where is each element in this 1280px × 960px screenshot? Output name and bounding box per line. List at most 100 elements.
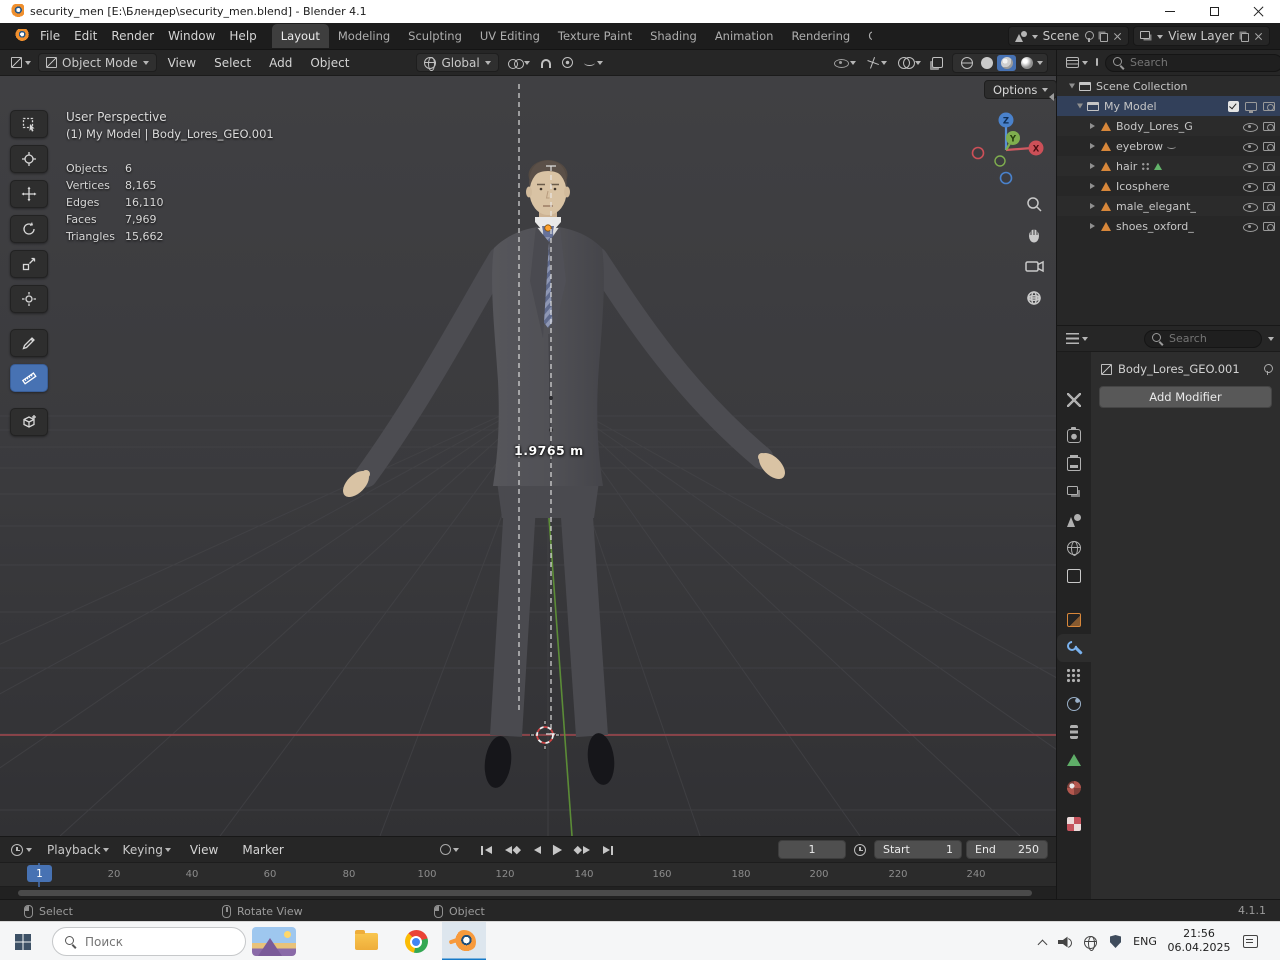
outliner-search-input[interactable] bbox=[1130, 56, 1275, 69]
disclosure-icon[interactable] bbox=[1069, 84, 1075, 92]
unlink-icon[interactable] bbox=[1113, 32, 1122, 41]
tab-compositing[interactable]: Compos bbox=[859, 24, 872, 48]
display-mode-icon[interactable] bbox=[1096, 58, 1098, 66]
widgets-button[interactable] bbox=[252, 922, 296, 960]
tab-object-data[interactable] bbox=[1057, 746, 1091, 774]
language-indicator[interactable]: ENG bbox=[1130, 935, 1160, 948]
camera-icon[interactable] bbox=[1263, 182, 1275, 191]
security-tray-icon[interactable] bbox=[1110, 935, 1121, 948]
tab-layout[interactable]: Layout bbox=[272, 24, 329, 48]
disclosure-icon[interactable] bbox=[1090, 143, 1098, 149]
menu-edit[interactable]: Edit bbox=[67, 26, 104, 46]
eye-icon[interactable] bbox=[1243, 220, 1257, 232]
jump-to-start-button[interactable] bbox=[478, 844, 495, 857]
outliner-editor-selector[interactable] bbox=[1063, 57, 1091, 68]
play-button[interactable] bbox=[551, 844, 564, 856]
start-button[interactable] bbox=[0, 922, 46, 960]
play-reverse-button[interactable] bbox=[531, 844, 544, 856]
maximize-button[interactable] bbox=[1192, 0, 1236, 23]
pan-hand-icon[interactable] bbox=[1029, 229, 1039, 243]
outliner-row-icosphere[interactable]: Icosphere bbox=[1057, 176, 1280, 196]
eye-icon[interactable] bbox=[1243, 200, 1257, 212]
current-frame-marker[interactable]: 1 bbox=[27, 865, 52, 882]
current-frame-field[interactable]: 1 bbox=[778, 840, 846, 859]
camera-icon[interactable] bbox=[1263, 122, 1275, 131]
material-preview-button[interactable] bbox=[997, 55, 1016, 71]
outliner-row-shoes-oxford[interactable]: shoes_oxford_ bbox=[1057, 216, 1280, 236]
camera-icon[interactable] bbox=[1263, 162, 1275, 171]
view-layer-selector[interactable]: View Layer bbox=[1133, 26, 1270, 46]
eye-icon[interactable] bbox=[1243, 180, 1257, 192]
duplicate-icon[interactable] bbox=[1100, 33, 1108, 42]
tab-modifiers[interactable] bbox=[1057, 634, 1091, 662]
unlink-icon[interactable] bbox=[1254, 32, 1263, 41]
taskbar-search[interactable] bbox=[52, 927, 246, 956]
transform-tool[interactable] bbox=[10, 285, 48, 313]
tab-rendering[interactable]: Rendering bbox=[782, 24, 859, 48]
clock-tray[interactable]: 21:56 06.04.2025 bbox=[1164, 927, 1234, 955]
prev-keyframe-button[interactable] bbox=[502, 844, 524, 856]
outliner-row-hair[interactable]: hair bbox=[1057, 156, 1280, 176]
scrollbar-handle[interactable] bbox=[18, 890, 1032, 896]
annotate-tool[interactable] bbox=[10, 329, 48, 357]
scale-tool[interactable] bbox=[10, 250, 48, 278]
tab-texture-paint[interactable]: Texture Paint bbox=[549, 24, 641, 48]
falloff-dropdown[interactable] bbox=[582, 57, 605, 68]
tab-output[interactable] bbox=[1057, 450, 1091, 478]
tab-uv-editing[interactable]: UV Editing bbox=[471, 24, 549, 48]
snapping-dropdown[interactable] bbox=[506, 56, 532, 70]
disclosure-icon[interactable] bbox=[1090, 163, 1098, 169]
menu-window[interactable]: Window bbox=[161, 26, 222, 46]
timeline-ruler[interactable]: 1 20 40 60 80 100 120 140 160 180 200 22… bbox=[0, 863, 1056, 887]
file-explorer-button[interactable] bbox=[344, 922, 388, 960]
select-box-tool[interactable] bbox=[10, 110, 48, 138]
camera-icon[interactable] bbox=[1263, 222, 1275, 231]
menu-object[interactable]: Object bbox=[303, 53, 356, 73]
tab-collection[interactable] bbox=[1057, 562, 1091, 590]
outliner-row-my-model[interactable]: My Model bbox=[1057, 96, 1280, 116]
eye-icon[interactable] bbox=[1243, 140, 1257, 152]
playback-menu[interactable]: Playback bbox=[45, 841, 111, 859]
notification-center-icon[interactable] bbox=[1243, 935, 1258, 948]
measure-tool[interactable] bbox=[10, 364, 48, 392]
blender-logo-icon[interactable] bbox=[10, 29, 29, 43]
screen-icon[interactable] bbox=[1245, 102, 1257, 111]
camera-icon[interactable] bbox=[1263, 202, 1275, 211]
solid-shading-button[interactable] bbox=[977, 55, 996, 71]
disclosure-icon[interactable] bbox=[1077, 104, 1083, 112]
tab-texture[interactable] bbox=[1057, 810, 1091, 838]
chrome-button[interactable] bbox=[394, 922, 438, 960]
tab-tool[interactable] bbox=[1057, 386, 1091, 414]
disclosure-icon[interactable] bbox=[1090, 203, 1098, 209]
xray-toggle[interactable] bbox=[930, 55, 945, 70]
minimize-button[interactable] bbox=[1148, 0, 1192, 23]
timeline-editor-selector[interactable] bbox=[8, 844, 35, 856]
outliner-search[interactable] bbox=[1105, 54, 1280, 72]
outliner-row-scene-collection[interactable]: Scene Collection bbox=[1057, 76, 1280, 96]
pin-icon[interactable] bbox=[1084, 31, 1093, 42]
tab-modeling[interactable]: Modeling bbox=[329, 24, 399, 48]
proportional-editing-toggle[interactable] bbox=[560, 55, 575, 70]
tray-expand-icon[interactable] bbox=[1038, 940, 1048, 950]
menu-render[interactable]: Render bbox=[104, 26, 161, 46]
editor-type-selector[interactable] bbox=[8, 57, 34, 68]
cursor-tool[interactable] bbox=[10, 145, 48, 173]
tab-material[interactable] bbox=[1057, 774, 1091, 802]
tab-shading[interactable]: Shading bbox=[641, 24, 706, 48]
tab-view-layer[interactable] bbox=[1057, 478, 1091, 506]
rendered-shading-button[interactable] bbox=[1017, 55, 1036, 71]
object-types-visibility-dropdown[interactable] bbox=[832, 55, 858, 71]
add-modifier-button[interactable]: Add Modifier bbox=[1099, 386, 1272, 408]
add-cube-tool[interactable] bbox=[10, 408, 48, 436]
next-keyframe-button[interactable] bbox=[571, 844, 593, 856]
jump-to-end-button[interactable] bbox=[600, 844, 617, 857]
auto-keying-toggle[interactable] bbox=[438, 842, 461, 857]
menu-select[interactable]: Select bbox=[207, 53, 258, 73]
menu-file[interactable]: File bbox=[33, 26, 67, 46]
eye-icon[interactable] bbox=[1243, 160, 1257, 172]
scene-selector[interactable]: Scene bbox=[1008, 26, 1130, 46]
gizmos-dropdown[interactable] bbox=[865, 55, 889, 71]
network-icon[interactable] bbox=[1084, 936, 1097, 949]
duplicate-icon[interactable] bbox=[1241, 33, 1249, 42]
tab-animation[interactable]: Animation bbox=[706, 24, 783, 48]
